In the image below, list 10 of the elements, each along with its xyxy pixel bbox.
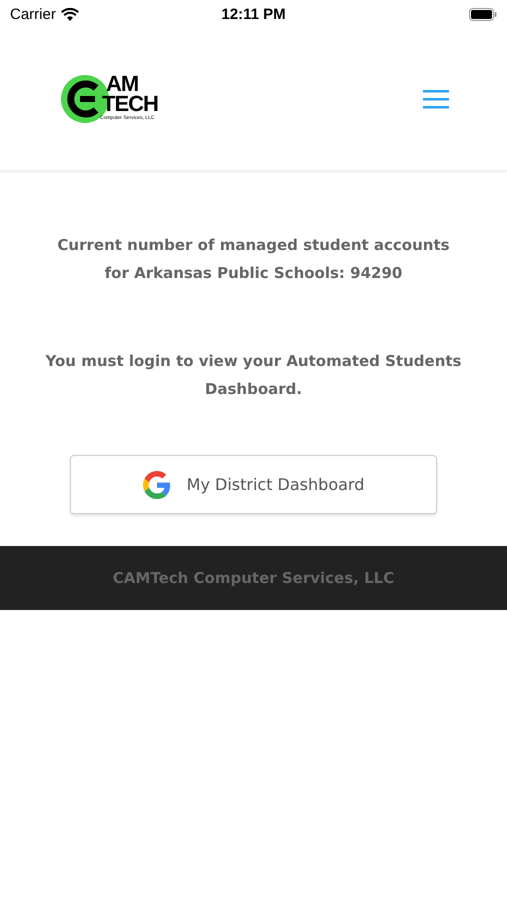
login-message: You must login to view your Automated Students Dashboard. [44,351,462,400]
carrier-label: Carrier [10,6,56,22]
clock-time: 12:11 PM [221,6,286,22]
wifi-icon [60,8,79,20]
menu-icon[interactable] [423,89,449,109]
account-count-text: Current number of managed student accounts for Arkansas Public Schools: 94290 [56,235,451,284]
google-icon [142,470,171,498]
battery-icon [469,8,497,20]
dashboard-button[interactable]: My District Dashboard [70,455,437,514]
footer-text: CAMTech Computer Services, LLC [112,569,394,587]
